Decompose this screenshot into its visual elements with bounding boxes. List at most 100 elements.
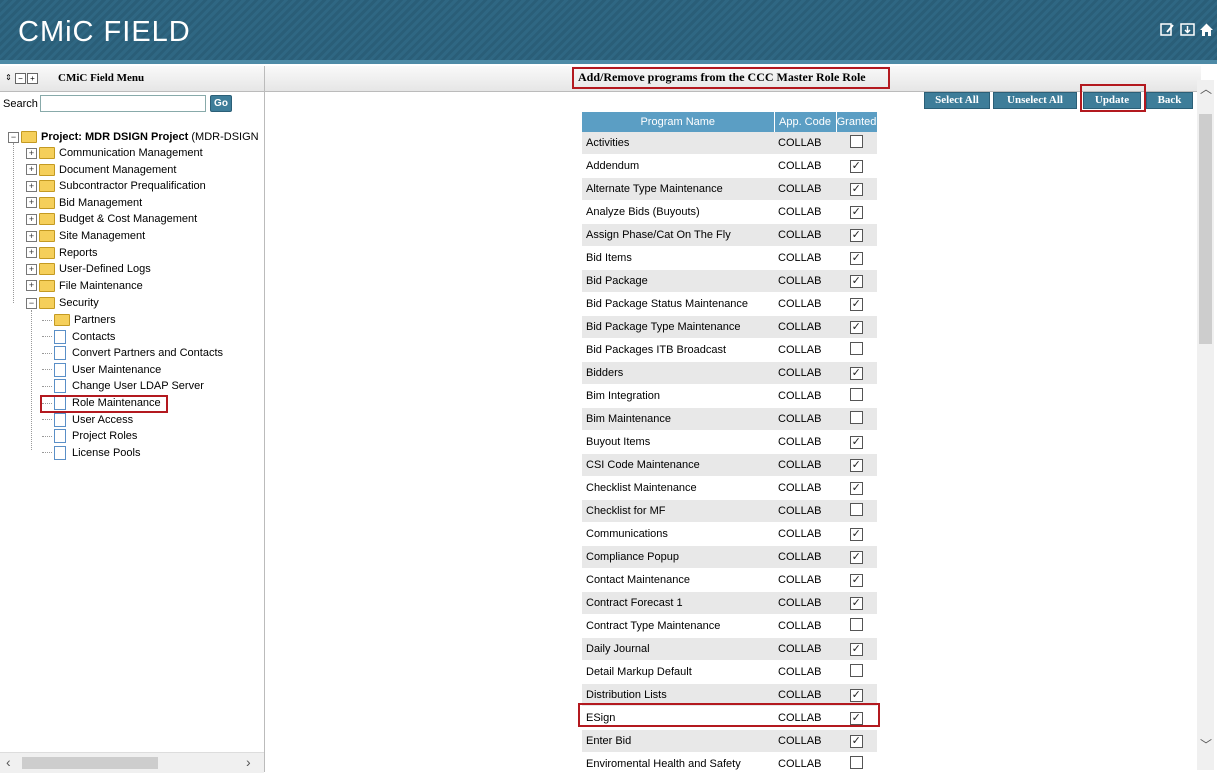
granted-cell: ✓ <box>836 200 877 224</box>
granted-checkbox[interactable]: ✓ <box>849 182 863 196</box>
expand-icon[interactable]: + <box>26 180 37 192</box>
granted-checkbox[interactable]: ✓ <box>849 688 863 702</box>
tree-folder-item[interactable]: + Subcontractor Prequalification <box>26 178 206 194</box>
granted-checkbox[interactable]: ✓ <box>849 297 863 311</box>
granted-checkbox[interactable]: ✓ <box>849 366 863 380</box>
folder-icon <box>39 196 55 209</box>
program-name-cell: Daily Journal <box>582 637 774 661</box>
granted-checkbox[interactable]: ✓ <box>849 251 863 265</box>
edit-icon[interactable] <box>1160 22 1175 37</box>
home-icon[interactable] <box>1199 22 1214 37</box>
program-name-cell: Analyze Bids (Buyouts) <box>582 200 774 224</box>
granted-checkbox[interactable]: ✓ <box>849 274 863 288</box>
granted-checkbox[interactable] <box>849 503 863 516</box>
scroll-right-icon[interactable]: › <box>246 754 251 770</box>
expand-icon[interactable]: + <box>26 197 37 209</box>
security-label: Security <box>59 297 99 309</box>
sort-icon[interactable]: ⇕ <box>4 73 13 82</box>
tree-security-item[interactable]: Contacts <box>42 329 115 345</box>
download-icon[interactable] <box>1180 22 1195 37</box>
granted-cell: ✓ <box>836 545 877 569</box>
tree-folder-item[interactable]: + User-Defined Logs <box>26 261 151 277</box>
granted-cell: ✓ <box>836 154 877 178</box>
granted-checkbox[interactable]: ✓ <box>849 159 863 173</box>
expand-icon[interactable]: + <box>26 230 37 242</box>
tree-security-item[interactable]: License Pools <box>42 445 141 461</box>
column-header-granted[interactable]: Granted <box>836 112 877 132</box>
scroll-thumb[interactable] <box>1199 114 1212 344</box>
granted-checkbox[interactable] <box>849 411 863 424</box>
granted-checkbox[interactable] <box>849 342 863 355</box>
granted-checkbox[interactable]: ✓ <box>849 596 863 610</box>
tree-folder-item[interactable]: + Bid Management <box>26 195 142 211</box>
granted-checkbox[interactable]: ✓ <box>849 435 863 449</box>
collapse-icon[interactable]: − <box>26 297 37 309</box>
app-code-cell: COLLAB <box>774 315 836 339</box>
column-header-app-code[interactable]: App. Code <box>774 112 837 132</box>
scroll-up-icon[interactable]: ︿ <box>1200 80 1212 97</box>
app-code-cell: COLLAB <box>774 430 836 454</box>
granted-checkbox[interactable]: ✓ <box>849 205 863 219</box>
tree-folder-item[interactable]: + Communication Management <box>26 145 203 161</box>
granted-checkbox[interactable]: ✓ <box>849 550 863 564</box>
tree-folder-item[interactable]: + Site Management <box>26 228 145 244</box>
tree-item-label: Partners <box>74 314 116 326</box>
vertical-scrollbar[interactable]: ︿ ﹀ <box>1197 80 1214 770</box>
app-code-cell: COLLAB <box>774 453 836 477</box>
expand-icon[interactable]: + <box>26 280 37 292</box>
granted-checkbox[interactable] <box>849 618 863 631</box>
tree-security-item[interactable]: Change User LDAP Server <box>42 378 204 394</box>
expand-icon[interactable]: + <box>26 164 37 176</box>
select-all-button[interactable]: Select All <box>924 92 990 109</box>
go-button[interactable]: Go <box>210 95 232 112</box>
granted-cell <box>836 499 877 523</box>
scroll-down-icon[interactable]: ﹀ <box>1200 736 1212 753</box>
tree-security-item[interactable]: Convert Partners and Contacts <box>42 345 223 361</box>
collapse-icon[interactable]: − <box>8 131 19 143</box>
tree-folder-label: Reports <box>59 246 98 259</box>
expand-icon[interactable]: + <box>26 263 37 275</box>
tree-project-row[interactable]: − Project: MDR DSIGN Project (MDR-DSIGN <box>8 129 259 145</box>
granted-cell: ✓ <box>836 269 877 293</box>
tree-security-item[interactable]: User Access <box>42 412 133 428</box>
granted-checkbox[interactable]: ✓ <box>849 734 863 748</box>
tree-folder-item[interactable]: + Document Management <box>26 162 176 178</box>
expand-all-icon[interactable]: + <box>27 73 38 84</box>
granted-checkbox[interactable]: ✓ <box>849 527 863 541</box>
granted-checkbox[interactable] <box>849 756 863 769</box>
collapse-all-icon[interactable]: − <box>15 73 26 84</box>
granted-checkbox[interactable] <box>849 388 863 401</box>
granted-cell: ✓ <box>836 315 877 339</box>
table-row: Bim Integration COLLAB <box>582 384 877 408</box>
program-name-cell: Buyout Items <box>582 430 774 454</box>
granted-checkbox[interactable]: ✓ <box>849 320 863 334</box>
left-menu-panel: ⇕ − + CMiC Field Menu Search Go − Project… <box>0 66 265 773</box>
unselect-all-button[interactable]: Unselect All <box>993 92 1077 109</box>
tree-security-item[interactable]: Project Roles <box>42 428 137 444</box>
tree-security-item[interactable]: Partners <box>42 312 116 328</box>
back-button[interactable]: Back <box>1146 92 1193 109</box>
horizontal-scrollbar[interactable]: ‹ › <box>0 752 264 773</box>
granted-checkbox[interactable]: ✓ <box>849 481 863 495</box>
column-header-program-name[interactable]: Program Name <box>582 112 775 132</box>
tree-folder-security[interactable]: − Security <box>26 295 99 311</box>
granted-checkbox[interactable] <box>849 664 863 677</box>
scroll-left-icon[interactable]: ‹ <box>6 754 11 770</box>
expand-icon[interactable]: + <box>26 213 37 225</box>
search-input[interactable] <box>40 95 206 112</box>
app-header: CMiC FIELD <box>0 0 1217 64</box>
tree-folder-item[interactable]: + Budget & Cost Management <box>26 211 197 227</box>
granted-checkbox[interactable]: ✓ <box>849 642 863 656</box>
tree-folder-item[interactable]: + Reports <box>26 245 98 261</box>
highlight-page-title <box>572 67 890 89</box>
granted-checkbox[interactable] <box>849 135 863 148</box>
granted-checkbox[interactable]: ✓ <box>849 573 863 587</box>
tree-security-item[interactable]: User Maintenance <box>42 362 161 378</box>
granted-checkbox[interactable]: ✓ <box>849 228 863 242</box>
tree-folder-item[interactable]: + File Maintenance <box>26 278 143 294</box>
expand-icon[interactable]: + <box>26 147 37 159</box>
scroll-thumb[interactable] <box>22 757 158 769</box>
expand-icon[interactable]: + <box>26 247 37 259</box>
granted-checkbox[interactable]: ✓ <box>849 458 863 472</box>
project-suffix: (MDR-DSIGN <box>191 131 259 143</box>
